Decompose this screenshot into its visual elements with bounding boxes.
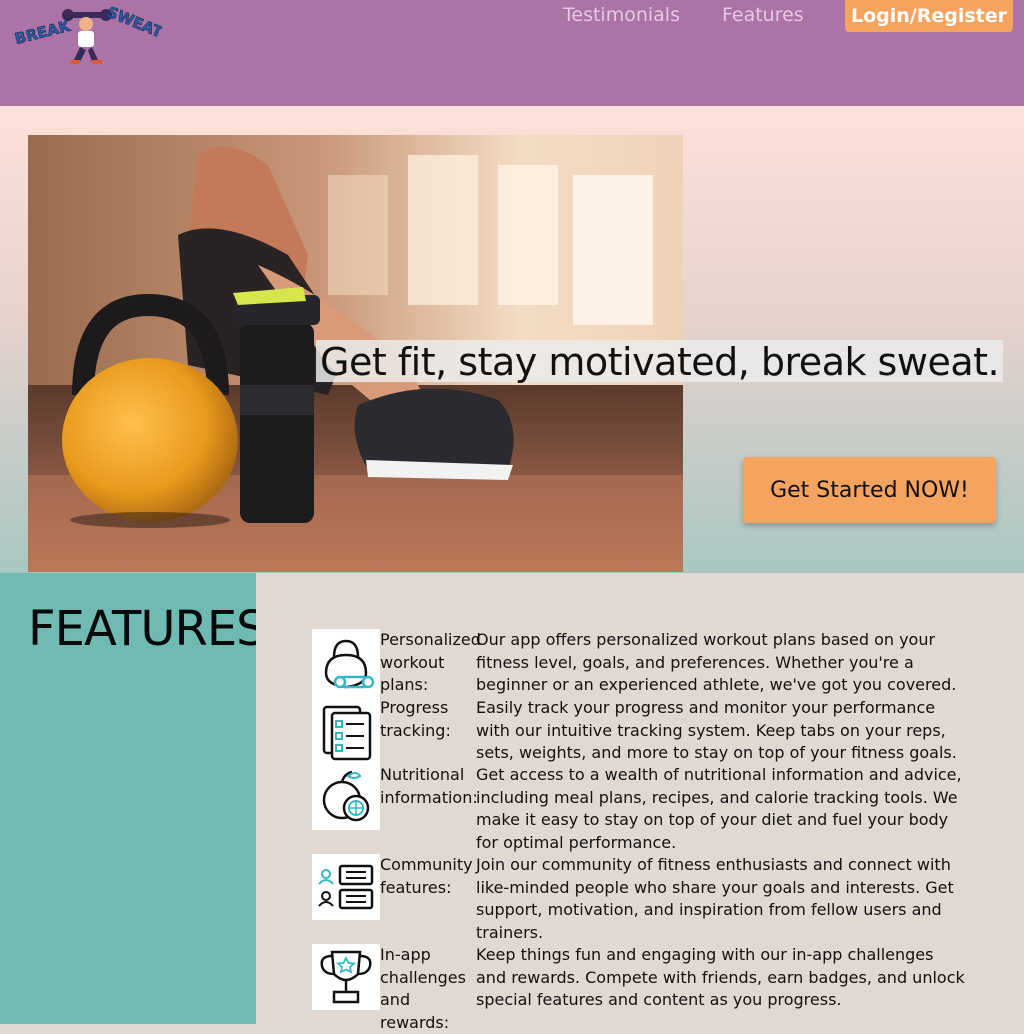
site-header: BREAK SWEAT Testimonials Features Login/… — [0, 0, 1024, 106]
feature-name: Personalized workout plans: — [380, 630, 481, 694]
community-chat-icon — [312, 854, 380, 920]
feature-description: Easily track your progress and monitor y… — [476, 698, 957, 762]
hero-section: Get fit, stay motivated, break sweat. Ge… — [0, 106, 1024, 573]
login-register-button[interactable]: Login/Register — [845, 0, 1013, 32]
feature-name: Nutritional information: — [380, 765, 478, 807]
feature-name: In-app challenges and rewards: — [380, 945, 466, 1032]
kettlebell-icon — [312, 629, 380, 697]
svg-text:BREAK: BREAK — [13, 17, 73, 48]
feature-description: Keep things fun and engaging with our in… — [476, 945, 965, 1009]
break-sweat-logo[interactable]: BREAK SWEAT — [10, 2, 162, 68]
fruit-icon — [312, 764, 380, 830]
feature-description: Our app offers personalized workout plan… — [476, 630, 957, 694]
nav-features-link[interactable]: Features — [722, 4, 804, 26]
svg-text:SWEAT: SWEAT — [104, 3, 162, 42]
features-heading: FEATURES — [28, 601, 267, 657]
feature-name: Community features: — [380, 855, 473, 897]
trophy-icon — [312, 944, 380, 1010]
feature-description: Get access to a wealth of nutritional in… — [476, 765, 962, 852]
hero-tagline: Get fit, stay motivated, break sweat. — [316, 340, 1004, 384]
clipboard-checklist-icon — [312, 697, 380, 765]
features-sidebar: FEATURES — [0, 573, 267, 1024]
nav-testimonials-link[interactable]: Testimonials — [563, 4, 680, 26]
feature-description: Join our community of fitness enthusiast… — [476, 855, 954, 942]
feature-name: Progress tracking: — [380, 698, 451, 740]
get-started-button[interactable]: Get Started NOW! — [743, 457, 996, 523]
